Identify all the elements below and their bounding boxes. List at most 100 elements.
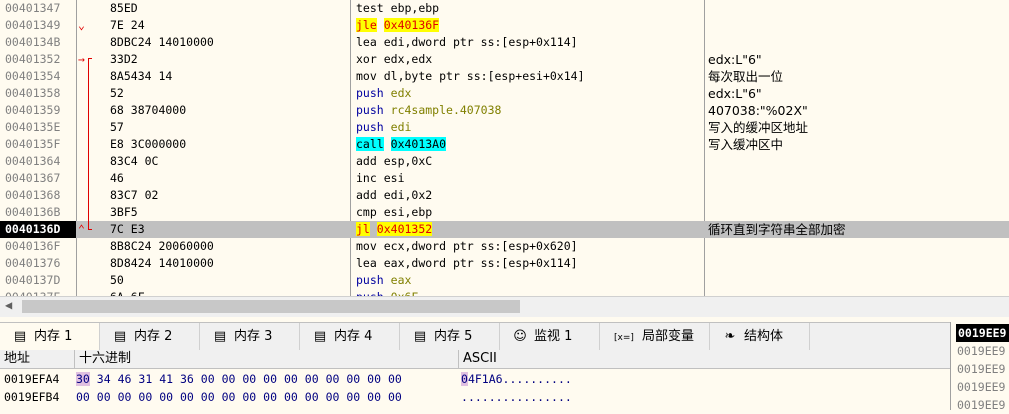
tab-4[interactable]: ▤ 内存 4 <box>300 323 400 351</box>
disasm-row[interactable]: 00401359 68 38704000 push rc4sample.407038… <box>0 102 1009 119</box>
disasm-row[interactable]: 00401354 8A5434 14 mov dl,byte ptr ss:[esp… <box>0 68 1009 85</box>
disasm-row[interactable]: 0040135E 57 push edi 写入的缓冲区地址 <box>0 119 1009 136</box>
disasm-row[interactable]: 0040136F 8B8C24 20060000 mov ecx,dword ptr… <box>0 238 1009 255</box>
disasm-row[interactable]: 00401358 52 push edx edx:L"6" <box>0 85 1009 102</box>
instruction-text[interactable]: jl 0x401352 <box>356 221 433 238</box>
instruction-address[interactable]: 0040137E <box>5 289 60 296</box>
instruction-address[interactable]: 0040136B <box>5 204 60 221</box>
hex-byte[interactable]: 00 <box>201 390 215 404</box>
disasm-row[interactable]: 00401376 8D8424 14010000 lea eax,dword ptr… <box>0 255 1009 272</box>
instruction-address[interactable]: 0040134B <box>5 34 60 51</box>
stack-row[interactable]: 0019EE9 <box>957 342 1005 360</box>
instruction-text[interactable]: cmp esi,ebp <box>356 204 432 221</box>
hex-byte[interactable]: 41 <box>159 372 173 386</box>
instruction-text[interactable]: call 0x4013A0 <box>356 136 447 153</box>
instruction-text[interactable]: lea eax,dword ptr ss:[esp+0x114] <box>356 255 578 272</box>
tab-6[interactable]: ☺ 监视 1 <box>500 323 600 351</box>
tab-3[interactable]: ▤ 内存 3 <box>200 323 300 351</box>
instruction-address[interactable]: 00401376 <box>5 255 60 272</box>
disasm-row[interactable]: 0040136D ⌃ 7C E3 jl 0x401352 循环直到字符串全部加密 <box>0 221 1009 238</box>
hex-byte[interactable]: 00 <box>76 390 90 404</box>
hex-byte[interactable]: 46 <box>118 372 132 386</box>
stack-row[interactable]: 0019EE9 <box>957 378 1005 396</box>
stack-row[interactable]: 0019EE9 <box>957 360 1005 378</box>
horizontal-scrollbar[interactable]: ◀ <box>0 296 1009 317</box>
disassembly-view[interactable]: 00401347 85ED test ebp,ebp 00401349 ⌄ 7E 24 jl… <box>0 0 1009 296</box>
instruction-text[interactable]: xor edx,edx <box>356 51 432 68</box>
instruction-text[interactable]: add esp,0xC <box>356 153 432 170</box>
stack-row[interactable]: 0019EE9 <box>957 396 1005 414</box>
disasm-row[interactable]: 00401347 85ED test ebp,ebp <box>0 0 1009 17</box>
hex-row-bytes[interactable]: 30 34 46 31 41 36 00 00 00 00 00 00 00 0… <box>76 370 402 388</box>
scrollbar-thumb[interactable] <box>22 300 520 313</box>
instruction-text[interactable]: mov dl,byte ptr ss:[esp+esi+0x14] <box>356 68 585 85</box>
instruction-text[interactable]: add edi,0x2 <box>356 187 432 204</box>
hex-byte[interactable]: 00 <box>388 372 402 386</box>
hex-byte[interactable]: 00 <box>242 390 256 404</box>
instruction-text[interactable]: test ebp,ebp <box>356 0 439 17</box>
hex-byte[interactable]: 34 <box>97 372 111 386</box>
disasm-row[interactable]: 00401349 ⌄ 7E 24 jle 0x40136F <box>0 17 1009 34</box>
instruction-address[interactable]: 0040137D <box>5 272 60 289</box>
disasm-row[interactable]: 00401364 83C4 0C add esp,0xC <box>0 153 1009 170</box>
hex-byte[interactable]: 00 <box>388 390 402 404</box>
instruction-address[interactable]: 00401352 <box>5 51 60 68</box>
hex-byte[interactable]: 00 <box>180 390 194 404</box>
hex-byte[interactable]: 00 <box>263 372 277 386</box>
instruction-address[interactable]: 00401349 <box>5 17 60 34</box>
hex-byte[interactable]: 30 <box>76 372 90 386</box>
hex-byte[interactable]: 00 <box>222 372 236 386</box>
hex-byte[interactable]: 00 <box>97 390 111 404</box>
disasm-row[interactable]: 0040135F E8 3C000000 call 0x4013A0 写入缓冲区中 <box>0 136 1009 153</box>
instruction-address[interactable]: 00401364 <box>5 153 60 170</box>
instruction-text[interactable]: push edi <box>356 119 411 136</box>
instruction-address[interactable]: 00401359 <box>5 102 60 119</box>
hex-byte[interactable]: 00 <box>222 390 236 404</box>
hex-byte[interactable]: 00 <box>346 390 360 404</box>
tab-1[interactable]: ▤ 内存 1 <box>0 323 100 351</box>
hex-byte[interactable]: 36 <box>180 372 194 386</box>
disasm-row[interactable]: 00401368 83C7 02 add edi,0x2 <box>0 187 1009 204</box>
hex-byte[interactable]: 00 <box>284 390 298 404</box>
hex-byte[interactable]: 00 <box>305 372 319 386</box>
hex-byte[interactable]: 00 <box>367 372 381 386</box>
instruction-address[interactable]: 00401368 <box>5 187 60 204</box>
disasm-row[interactable]: 0040134B 8DBC24 14010000 lea edi,dword ptr… <box>0 34 1009 51</box>
disasm-row[interactable]: 00401367 46 inc esi <box>0 170 1009 187</box>
tab-2[interactable]: ▤ 内存 2 <box>100 323 200 351</box>
hex-byte[interactable]: 00 <box>138 390 152 404</box>
instruction-address[interactable]: 00401354 <box>5 68 60 85</box>
instruction-text[interactable]: lea edi,dword ptr ss:[esp+0x114] <box>356 34 578 51</box>
hex-byte[interactable]: 00 <box>305 390 319 404</box>
tab-8[interactable]: ❧ 结构体 <box>710 323 810 351</box>
instruction-text[interactable]: jle 0x40136F <box>356 17 440 34</box>
hex-dump-panel[interactable]: 地址 十六进制 ASCII 0019EFA4 30 34 46 31 41 36 … <box>0 350 955 410</box>
hex-byte[interactable]: 00 <box>201 372 215 386</box>
hex-byte[interactable]: 00 <box>242 372 256 386</box>
disasm-row[interactable]: 0040136B 3BF5 cmp esi,ebp <box>0 204 1009 221</box>
stack-row[interactable]: 0019EE9 <box>956 324 1009 342</box>
tab-7[interactable]: [x=] 局部变量 <box>600 323 710 351</box>
hex-row-address[interactable]: 0019EFB4 <box>4 388 59 406</box>
hex-byte[interactable]: 00 <box>326 372 340 386</box>
instruction-address[interactable]: 00401367 <box>5 170 60 187</box>
hex-byte[interactable]: 00 <box>284 372 298 386</box>
instruction-text[interactable]: push rc4sample.407038 <box>356 102 501 119</box>
instruction-text[interactable]: push eax <box>356 272 411 289</box>
instruction-address[interactable]: 0040135E <box>5 119 60 136</box>
instruction-text[interactable]: push 0x6F <box>356 289 418 296</box>
instruction-address[interactable]: 00401347 <box>5 0 60 17</box>
instruction-text[interactable]: mov ecx,dword ptr ss:[esp+0x620] <box>356 238 578 255</box>
instruction-address[interactable]: 0040136F <box>5 238 60 255</box>
disasm-row[interactable]: 0040137D 50 push eax <box>0 272 1009 289</box>
hex-byte[interactable]: 31 <box>138 372 152 386</box>
instruction-text[interactable]: inc esi <box>356 170 405 187</box>
hex-byte[interactable]: 00 <box>326 390 340 404</box>
instruction-address[interactable]: 0040136D <box>0 221 76 238</box>
scroll-left-arrow-icon[interactable]: ◀ <box>5 298 12 312</box>
hex-byte[interactable]: 00 <box>118 390 132 404</box>
hex-byte[interactable]: 00 <box>159 390 173 404</box>
hex-byte[interactable]: 00 <box>346 372 360 386</box>
instruction-address[interactable]: 0040135F <box>5 136 60 153</box>
hex-row-address[interactable]: 0019EFA4 <box>4 370 59 388</box>
